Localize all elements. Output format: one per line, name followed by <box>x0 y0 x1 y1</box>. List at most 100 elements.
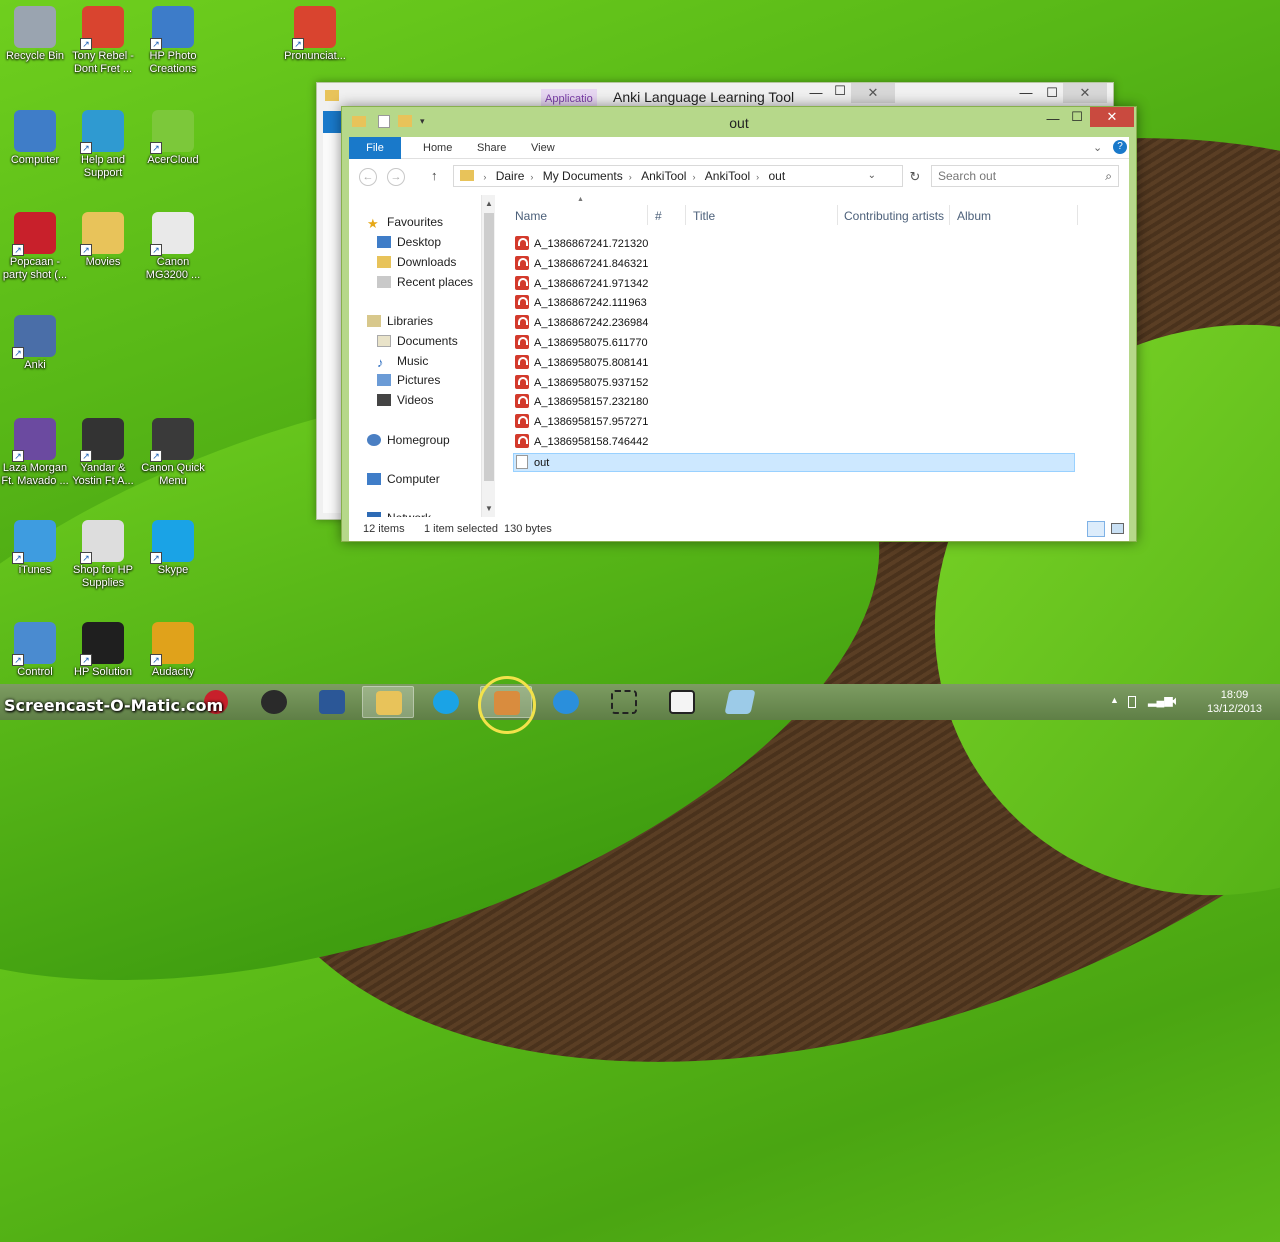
nav-computer[interactable]: Computer <box>367 470 440 488</box>
desktop-icon-12[interactable]: ↗ Yandar & Yostin Ft A... <box>68 418 138 488</box>
desktop-icon-16[interactable]: ↗ Skype <box>138 520 208 577</box>
file-row-selected[interactable]: out <box>513 452 1075 472</box>
desktop-icon-7[interactable]: ↗ Popcaan - party shot (... <box>0 212 70 282</box>
desktop-icon-5[interactable]: ↗ Help and Support <box>68 110 138 180</box>
back-close-button[interactable]: ✕ <box>1063 83 1107 103</box>
forward-button[interactable]: → <box>387 168 405 186</box>
scroll-down-icon[interactable]: ▼ <box>482 504 496 513</box>
address-bar[interactable]: › Daire › My Documents › AnkiTool › AnkiToo… <box>453 165 903 187</box>
scroll-up-icon[interactable]: ▲ <box>482 199 496 208</box>
column-title[interactable]: Title <box>693 209 715 223</box>
breadcrumb-daire[interactable]: Daire <box>496 166 525 186</box>
maximize-button[interactable]: ☐ <box>1062 107 1092 127</box>
desktop-icon-9[interactable]: ↗ Canon MG3200 ... <box>138 212 208 282</box>
column-contributing-artists[interactable]: Contributing artists <box>844 209 944 223</box>
taskbar-skype-button[interactable] <box>420 686 472 718</box>
anki-close-button[interactable]: ✕ <box>851 83 895 103</box>
desktop-icon-14[interactable]: ↗ iTunes <box>0 520 70 577</box>
desktop-icon-11[interactable]: ↗ Laza Morgan Ft. Mavado ... <box>0 418 70 488</box>
desktop-icon-0[interactable]: Recycle Bin <box>0 6 70 63</box>
nav-music[interactable]: ♪ Music <box>377 352 428 370</box>
breadcrumb-ankitool[interactable]: AnkiTool <box>641 166 686 186</box>
taskbar-window-button[interactable] <box>656 686 708 718</box>
taskbar-ie-button[interactable] <box>540 686 592 718</box>
large-icons-view-icon[interactable] <box>1111 523 1124 534</box>
desktop-icon-label: AcerCloud <box>147 154 199 166</box>
breadcrumb-ankitool-inner[interactable]: AnkiTool <box>705 166 750 186</box>
nav-scrollbar[interactable]: ▲ ▼ <box>481 195 495 517</box>
nav-libraries[interactable]: Libraries <box>367 312 433 330</box>
address-dropdown-icon[interactable]: ⌄ <box>868 166 876 186</box>
desktop-icon-10[interactable]: ↗ Anki <box>0 315 70 372</box>
explorer-titlebar[interactable]: ▾ out — ☐ ✕ <box>342 107 1136 137</box>
close-button[interactable]: ✕ <box>1090 107 1134 127</box>
file-row[interactable]: A_1386958075.808141 <box>515 354 1075 373</box>
show-hidden-icons-icon[interactable]: ▲ <box>1110 695 1119 705</box>
clock[interactable]: 18:09 13/12/2013 <box>1207 688 1262 716</box>
details-view-icon[interactable] <box>1087 521 1105 537</box>
desktop-icon-2[interactable]: ↗ HP Photo Creations <box>138 6 208 76</box>
desktop-icon-6[interactable]: ↗ AcerCloud <box>138 110 208 167</box>
nav-recent-places[interactable]: Recent places <box>377 273 473 291</box>
nav-pictures-label: Pictures <box>397 373 441 387</box>
desktop-icon-13[interactable]: ↗ Canon Quick Menu <box>138 418 208 488</box>
file-row[interactable]: A_1386867242.111963 <box>515 294 1075 313</box>
volume-icon[interactable]: 🔈︎ <box>1172 693 1180 709</box>
file-row[interactable]: A_1386958157.232180 <box>515 393 1075 412</box>
anki-app-tab[interactable]: Applicatio <box>541 89 597 107</box>
search-input[interactable]: Search out ⌕ <box>931 165 1119 187</box>
file-row[interactable]: A_1386867241.971342 <box>515 275 1075 294</box>
desktop-icon-8[interactable]: ↗ Movies <box>68 212 138 269</box>
shortcut-arrow-icon: ↗ <box>80 244 92 256</box>
desktop-icon-1[interactable]: ↗ Tony Rebel - Dont Fret ... <box>68 6 138 76</box>
refresh-button[interactable]: ↻ <box>905 167 925 187</box>
file-name: A_1386958075.808141 <box>534 356 649 369</box>
column-number[interactable]: # <box>655 209 662 223</box>
desktop-icon-4[interactable]: Computer <box>0 110 70 167</box>
taskbar-snipping-button[interactable] <box>598 686 650 718</box>
column-album[interactable]: Album <box>957 209 991 223</box>
nav-desktop[interactable]: Desktop <box>377 233 441 251</box>
tab-file[interactable]: File <box>349 137 401 159</box>
file-row[interactable]: A_1386867241.846321 <box>515 255 1075 274</box>
nav-documents[interactable]: Documents <box>377 332 458 350</box>
desktop-icon-18[interactable]: ↗ HP Solution <box>68 622 138 679</box>
file-row[interactable]: A_1386958157.957271 <box>515 413 1075 432</box>
nav-videos[interactable]: Videos <box>377 391 433 409</box>
file-row[interactable]: A_1386958158.746442 <box>515 433 1075 452</box>
ribbon-expand-icon[interactable]: ⌄ <box>1093 141 1102 154</box>
desktop-icon-15[interactable]: ↗ Shop for HP Supplies <box>68 520 138 590</box>
nav-favourites[interactable]: ★ Favourites <box>367 213 443 231</box>
shortcut-arrow-icon: ↗ <box>12 552 24 564</box>
help-icon[interactable]: ? <box>1113 140 1127 154</box>
hp-icon: ↗ <box>80 622 124 666</box>
taskbar-explorer-button[interactable] <box>362 686 414 718</box>
tab-share[interactable]: Share <box>465 137 518 159</box>
nav-pictures[interactable]: Pictures <box>377 371 440 389</box>
nav-downloads[interactable]: Downloads <box>377 253 456 271</box>
back-button[interactable]: ← <box>359 168 377 186</box>
explorer-window[interactable]: ▾ out — ☐ ✕ File Home Share View ⌄ ? ← →… <box>341 106 1137 542</box>
nav-homegroup[interactable]: Homegroup <box>367 431 450 449</box>
taskbar-speaker-button[interactable] <box>248 686 300 718</box>
breadcrumb-my-documents[interactable]: My Documents <box>543 166 623 186</box>
scrollbar-thumb[interactable] <box>484 213 494 481</box>
desktop-icon-17[interactable]: ↗ Control <box>0 622 70 679</box>
breadcrumb-out[interactable]: out <box>769 166 786 186</box>
taskbar-word-button[interactable] <box>306 686 358 718</box>
file-row[interactable]: A_1386958075.611770 <box>515 334 1075 353</box>
desktop-icon-3[interactable]: ↗ Pronunciat... <box>280 6 350 63</box>
up-button[interactable]: ↑ <box>431 168 438 183</box>
network-signal-icon[interactable]: ▂▄▆ <box>1148 694 1173 707</box>
desktop-icon-19[interactable]: ↗ Audacity <box>138 622 208 679</box>
tab-home[interactable]: Home <box>411 137 464 159</box>
column-name[interactable]: Name <box>515 209 547 223</box>
shortcut-arrow-icon: ↗ <box>292 38 304 50</box>
file-row[interactable]: A_1386867241.721320 <box>515 235 1075 254</box>
file-row[interactable]: A_1386867242.236984 <box>515 314 1075 333</box>
taskbar-app-button[interactable] <box>714 686 766 718</box>
battery-icon[interactable] <box>1128 696 1136 708</box>
audio-file-icon <box>515 374 529 389</box>
file-row[interactable]: A_1386958075.937152 <box>515 374 1075 393</box>
tab-view[interactable]: View <box>519 137 567 159</box>
